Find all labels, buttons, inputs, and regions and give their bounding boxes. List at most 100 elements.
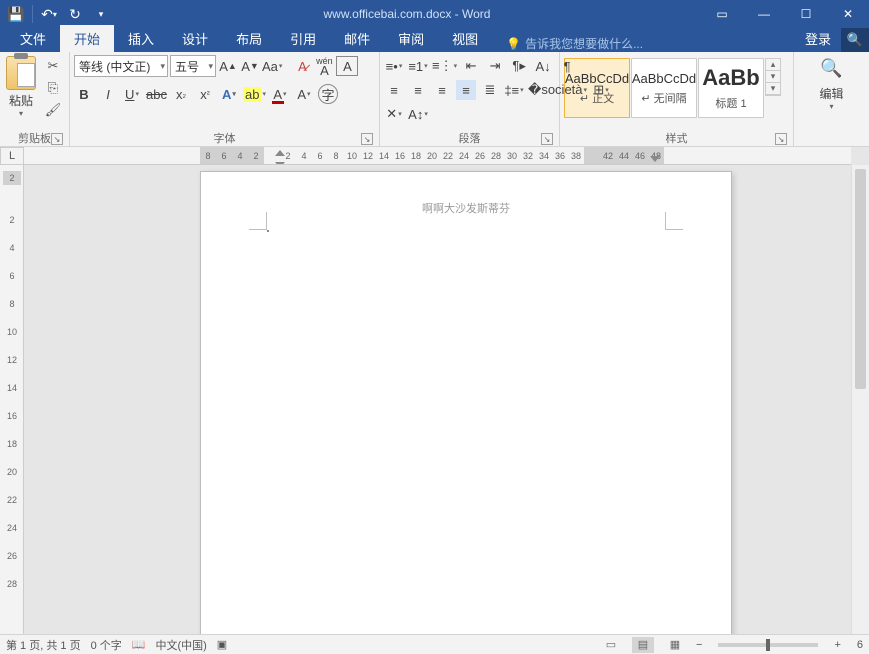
find-icon[interactable]: 🔍	[820, 58, 842, 79]
underline-button[interactable]: U▾	[122, 84, 142, 104]
font-family-combo[interactable]: 等线 (中文正)▾	[74, 55, 168, 77]
scrollbar-thumb[interactable]	[855, 169, 866, 389]
shrink-font-button[interactable]: A▼	[240, 56, 260, 76]
show-marks-button[interactable]: ¶	[557, 56, 577, 76]
character-shading-button[interactable]: A▾	[294, 84, 314, 104]
vertical-ruler[interactable]: 2 246810121416182022242628	[0, 165, 24, 634]
close-icon[interactable]: ✕	[827, 0, 869, 28]
shading-button[interactable]: �società▾	[528, 80, 587, 100]
undo-icon[interactable]: ↶▾	[37, 2, 61, 26]
strikethrough-button[interactable]: abc	[146, 84, 167, 104]
proofing-icon[interactable]: 📖	[132, 638, 146, 651]
change-case-button[interactable]: Aa▾	[262, 56, 282, 76]
styles-expand-icon[interactable]: ▾	[766, 83, 780, 95]
ribbon-options-icon[interactable]: ▭	[701, 0, 743, 28]
page[interactable]: 啊啊大沙发斯蒂芬	[200, 171, 732, 634]
line-spacing-button[interactable]: ‡≡▾	[504, 80, 524, 100]
macro-record-icon[interactable]: ▣	[217, 638, 227, 651]
paste-icon[interactable]	[6, 56, 36, 90]
snap-to-grid-button[interactable]: ✕▾	[384, 104, 404, 124]
zoom-out-button[interactable]: −	[696, 639, 702, 651]
text-effects-button[interactable]: A▾	[219, 84, 239, 104]
qat-customize-icon[interactable]: ▾	[89, 2, 113, 26]
bold-button[interactable]: B	[74, 84, 94, 104]
font-dialog-launcher[interactable]: ↘	[361, 133, 373, 145]
vertical-scrollbar[interactable]	[851, 165, 869, 634]
tab-insert[interactable]: 插入	[114, 25, 168, 52]
align-justify-button[interactable]: ≡	[456, 80, 476, 100]
tell-me-search[interactable]: 💡 告诉我您想要做什么...	[506, 35, 643, 52]
styles-scroll-up-icon[interactable]: ▴	[766, 59, 780, 71]
enclose-characters-button[interactable]: 字	[318, 84, 338, 104]
group-label-paragraph: 段落 ↘	[384, 130, 555, 146]
print-layout-icon[interactable]: ▤	[632, 637, 654, 653]
style-no-spacing[interactable]: AaBbCcDd ↵ 无间隔	[631, 58, 697, 118]
bullets-button[interactable]: ≡•▾	[384, 56, 404, 76]
web-layout-icon[interactable]: ▦	[664, 637, 686, 653]
right-indent-marker-icon[interactable]	[650, 156, 660, 162]
sort-az-button[interactable]: A↕▾	[408, 104, 428, 124]
window-controls: ▭ — ☐ ✕	[701, 0, 869, 28]
redo-icon[interactable]: ↻	[63, 2, 87, 26]
character-border-button[interactable]: A	[336, 56, 358, 76]
style-heading1[interactable]: AaBb 标题 1	[698, 58, 764, 118]
align-left-button[interactable]: ≡	[384, 80, 404, 100]
search-pane-icon[interactable]: 🔍	[841, 28, 869, 52]
maximize-icon[interactable]: ☐	[785, 0, 827, 28]
read-mode-icon[interactable]: ▭	[600, 637, 622, 653]
minimize-icon[interactable]: —	[743, 0, 785, 28]
clear-formatting-icon[interactable]: A̷	[292, 56, 312, 76]
paste-dropdown-icon[interactable]: ▾	[19, 109, 23, 118]
edit-button[interactable]: 编辑	[819, 85, 843, 102]
align-center-button[interactable]: ≡	[408, 80, 428, 100]
italic-button[interactable]: I	[98, 84, 118, 104]
highlight-button[interactable]: ab▾	[243, 84, 266, 104]
zoom-in-button[interactable]: +	[834, 639, 840, 651]
paragraph-dialog-launcher[interactable]: ↘	[541, 133, 553, 145]
subscript-button[interactable]: x₂	[171, 84, 191, 104]
zoom-slider[interactable]	[718, 643, 818, 647]
zoom-value[interactable]: 6	[857, 639, 863, 651]
distributed-button[interactable]: ≣	[480, 80, 500, 100]
sign-in-link[interactable]: 登录	[795, 25, 841, 52]
cut-icon[interactable]: ✂	[44, 58, 62, 74]
numbering-button[interactable]: ≡1▾	[408, 56, 428, 76]
status-page[interactable]: 第 1 页, 共 1 页	[6, 637, 81, 653]
superscript-button[interactable]: x²	[195, 84, 215, 104]
save-icon[interactable]: 💾	[4, 2, 28, 26]
tab-references[interactable]: 引用	[276, 25, 330, 52]
tab-file[interactable]: 文件	[6, 25, 60, 52]
tab-home[interactable]: 开始	[60, 25, 114, 52]
ltr-direction-button[interactable]: ¶▸	[509, 56, 529, 76]
copy-icon[interactable]: ⎘	[44, 80, 62, 96]
increase-indent-button[interactable]: ⇥	[485, 56, 505, 76]
status-bar: 第 1 页, 共 1 页 0 个字 📖 中文(中国) ▣ ▭ ▤ ▦ − + 6	[0, 634, 869, 654]
indent-marker-icon[interactable]	[275, 150, 285, 162]
status-word-count[interactable]: 0 个字	[91, 637, 122, 653]
tab-view[interactable]: 视图	[438, 25, 492, 52]
paste-button[interactable]: 粘贴	[9, 92, 33, 109]
tab-mailings[interactable]: 邮件	[330, 25, 384, 52]
align-right-button[interactable]: ≡	[432, 80, 452, 100]
document-area[interactable]: 啊啊大沙发斯蒂芬	[24, 165, 851, 634]
grow-font-button[interactable]: A▲	[218, 56, 238, 76]
horizontal-ruler[interactable]: 8642246810121416182022242628303234363842…	[24, 147, 851, 165]
styles-scroll-down-icon[interactable]: ▾	[766, 71, 780, 83]
phonetic-guide-button[interactable]: wénA	[314, 56, 334, 76]
tab-review[interactable]: 审阅	[384, 25, 438, 52]
borders-button[interactable]: ⊞▾	[591, 80, 611, 100]
tab-design[interactable]: 设计	[168, 25, 222, 52]
edit-dropdown-icon[interactable]: ▾	[829, 102, 833, 111]
sort-button[interactable]: A↓	[533, 56, 553, 76]
format-painter-icon[interactable]: 🖌	[44, 102, 62, 118]
font-size-combo[interactable]: 五号▾	[170, 55, 216, 77]
clipboard-dialog-launcher[interactable]: ↘	[51, 133, 63, 145]
styles-dialog-launcher[interactable]: ↘	[775, 133, 787, 145]
font-color-button[interactable]: A▾	[270, 84, 290, 104]
decrease-indent-button[interactable]: ⇤	[461, 56, 481, 76]
zoom-slider-thumb[interactable]	[766, 639, 770, 651]
status-language[interactable]: 中文(中国)	[155, 637, 206, 653]
multilevel-list-button[interactable]: ≡⋮▾	[432, 56, 457, 76]
ruler-corner[interactable]: L	[0, 147, 24, 165]
tab-layout[interactable]: 布局	[222, 25, 276, 52]
